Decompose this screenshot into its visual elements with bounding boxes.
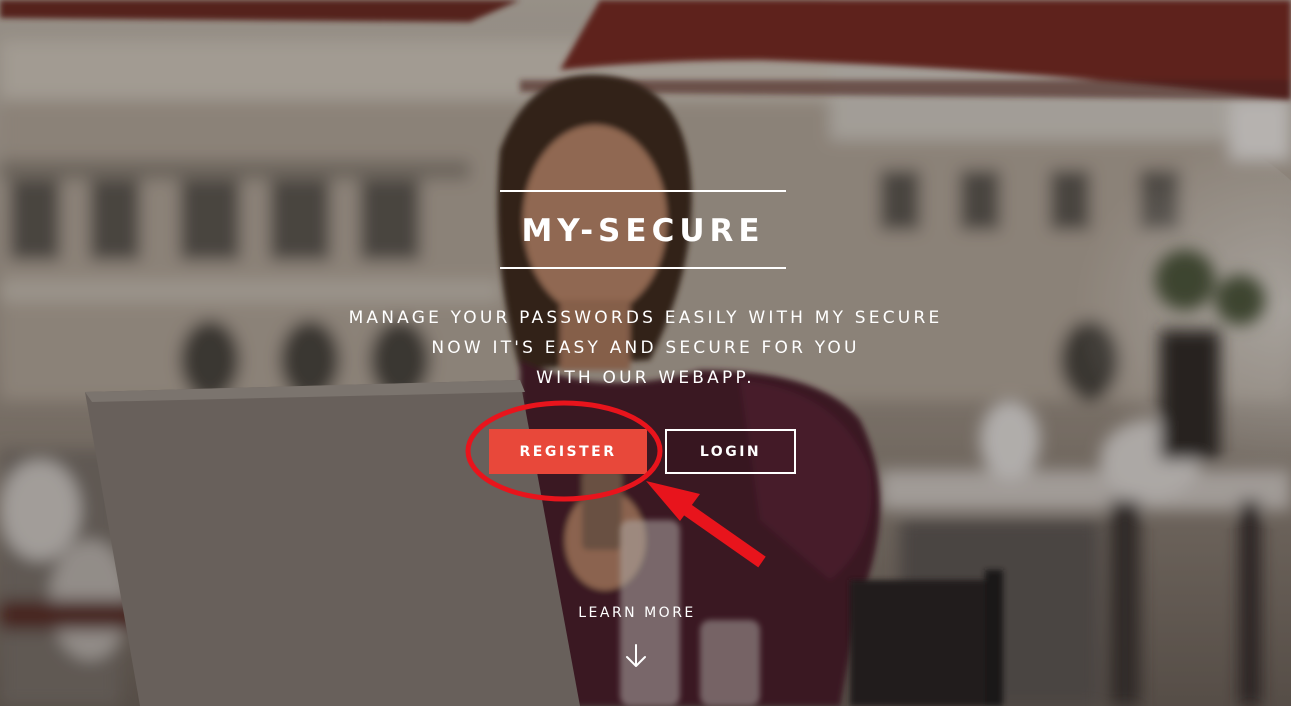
hero-content: MY-SECURE MANAGE YOUR PASSWORDS EASILY W… [0, 0, 1291, 706]
site-title: MY-SECURE [521, 213, 765, 249]
tagline-line: WITH OUR WEBAPP. [536, 368, 755, 388]
arrow-down-icon[interactable] [623, 643, 649, 669]
hero-section: MY-SECURE MANAGE YOUR PASSWORDS EASILY W… [0, 0, 1291, 706]
title-rule-top [500, 190, 786, 192]
tagline-line: MANAGE YOUR PASSWORDS EASILY WITH MY SEC… [348, 308, 943, 328]
register-button[interactable]: REGISTER [489, 429, 647, 474]
tagline: MANAGE YOUR PASSWORDS EASILY WITH MY SEC… [300, 303, 991, 393]
tagline-line: NOW IT'S EASY AND SECURE FOR YOU [431, 338, 860, 358]
learn-more-link[interactable]: LEARN MORE [537, 605, 737, 621]
login-button[interactable]: LOGIN [665, 429, 796, 474]
title-rule-bottom [500, 267, 786, 269]
